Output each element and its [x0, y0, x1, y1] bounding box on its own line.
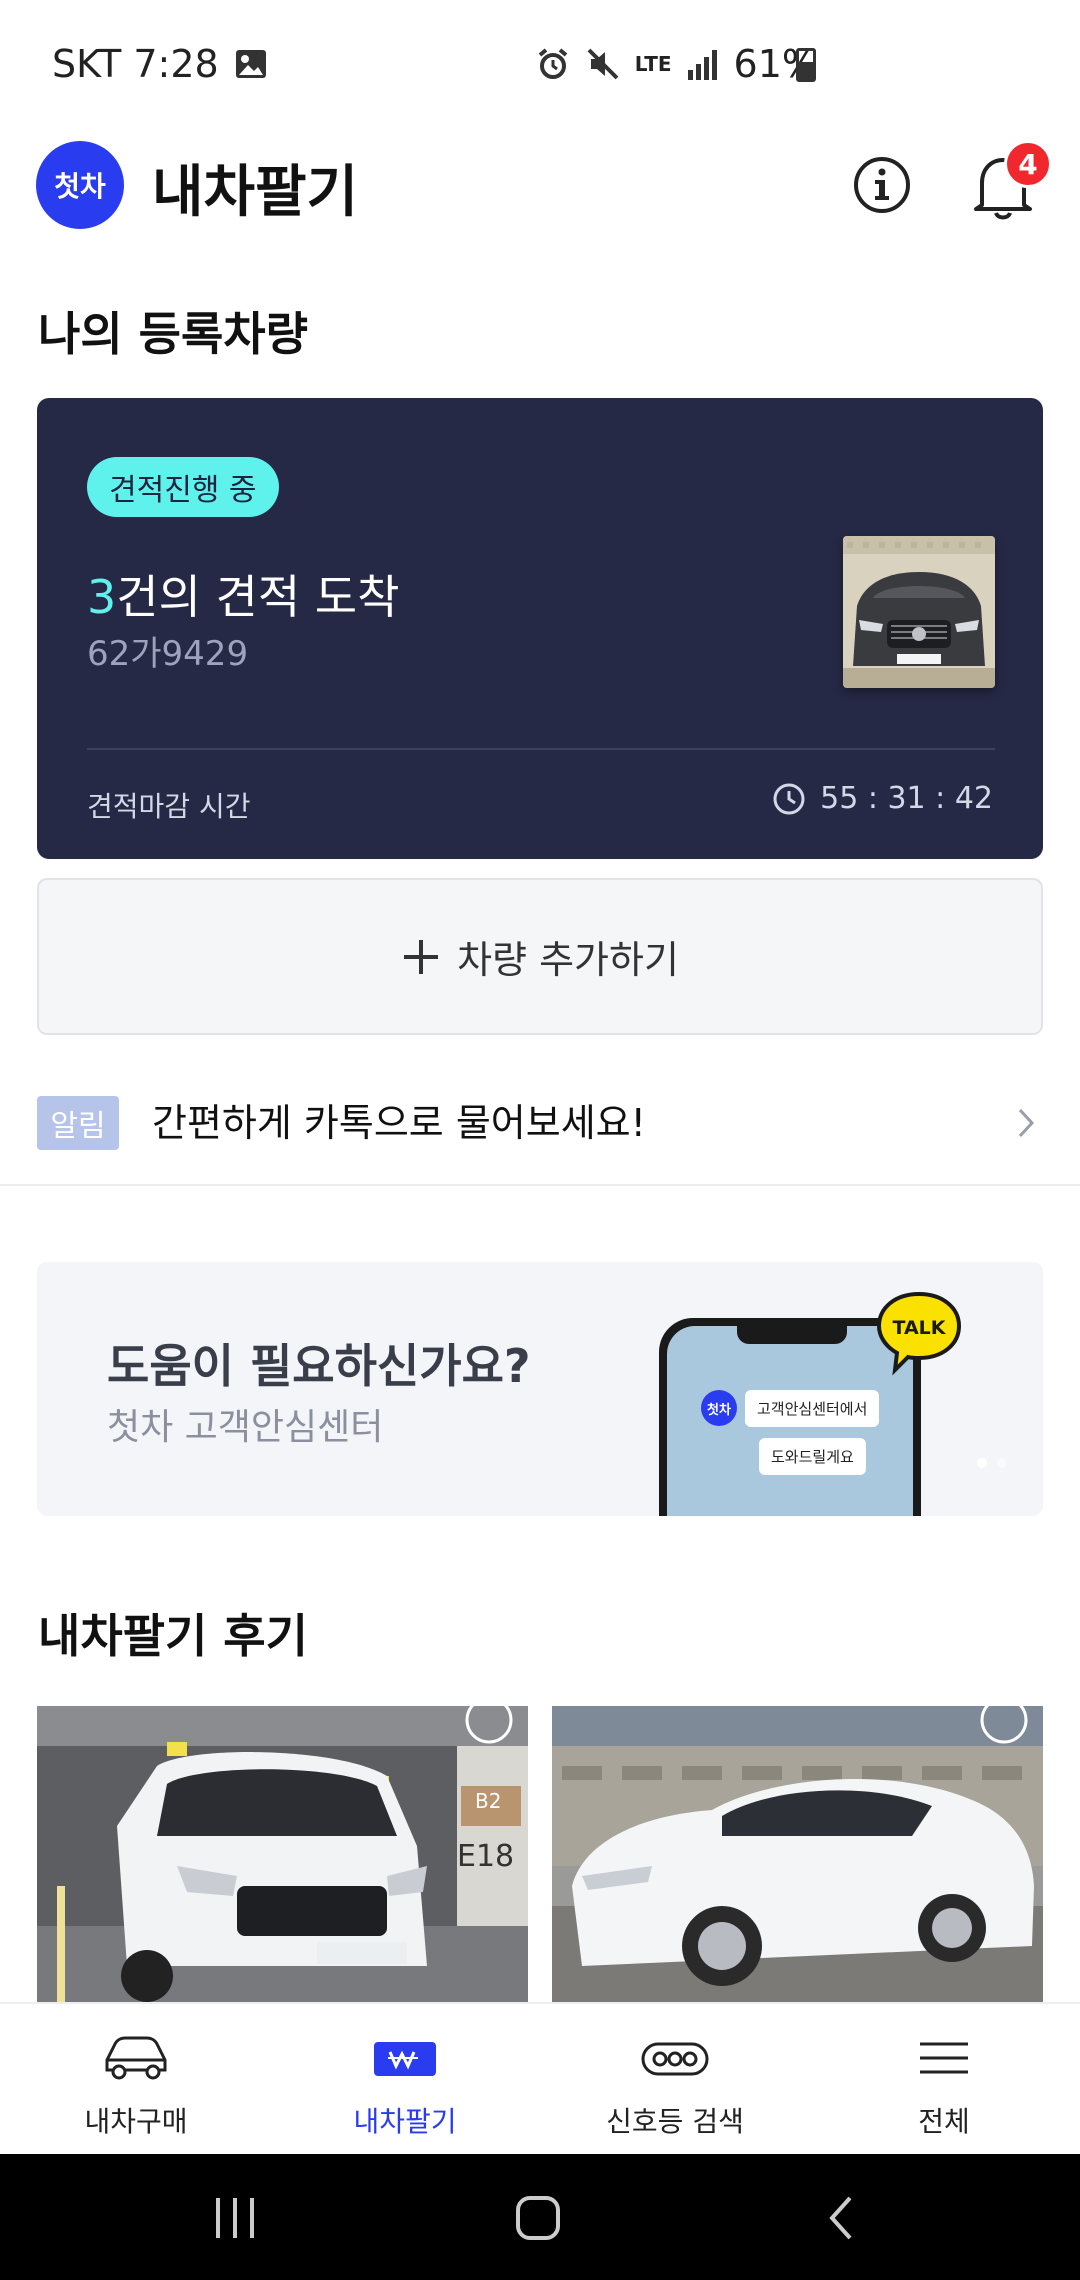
quote-summary: 3건의 견적 도착	[87, 561, 399, 627]
banner-title: 도움이 필요하신가요?	[107, 1339, 531, 1393]
timer-value: 55 : 31 : 42	[820, 781, 993, 816]
quote-text: 건의 견적 도착	[116, 570, 400, 624]
add-car-label: 차량 추가하기	[457, 938, 679, 982]
deadline-timer: 55 : 31 : 42	[772, 781, 993, 816]
back-icon[interactable]	[822, 2194, 862, 2242]
svg-text:B2: B2	[475, 1789, 501, 1813]
won-icon	[374, 2042, 436, 2076]
chat-bubble-1: 고객안심센터에서	[745, 1390, 880, 1427]
tab-label-buy: 내차구매	[84, 2105, 188, 2138]
alarm-icon	[538, 48, 568, 79]
mute-icon	[587, 48, 619, 80]
kakao-talk-icon: TALK	[876, 1291, 962, 1376]
signal-icon	[687, 50, 717, 80]
quote-count: 3	[87, 570, 117, 624]
notice-message: 간편하게 카톡으로 물어보세요!	[152, 1101, 646, 1145]
status-badge: 견적진행 중	[87, 457, 279, 517]
battery-icon	[796, 48, 816, 82]
home-icon[interactable]	[514, 2194, 562, 2242]
tab-all-menu[interactable]: 전체	[844, 2034, 1044, 2140]
tab-label-sell: 내차팔기	[353, 2105, 457, 2138]
deadline-label: 견적마감 시간	[87, 790, 251, 823]
status-bar: SKT 7:28 LTE 61%	[0, 0, 1080, 135]
tab-label-traffic: 신호등 검색	[606, 2105, 744, 2138]
tab-label-all: 전체	[918, 2105, 970, 2138]
banner-pager	[977, 1458, 1007, 1468]
system-nav-bar	[0, 2154, 1080, 2280]
plus-icon	[404, 939, 439, 974]
review-card-2[interactable]	[552, 1706, 1043, 2002]
bottom-tab-bar: 내차구매 내차팔기 신호등 검색 전체	[0, 2002, 1080, 2154]
gallery-icon	[235, 50, 266, 78]
tab-sell-car[interactable]: 내차팔기	[305, 2034, 505, 2140]
help-banner[interactable]: 도움이 필요하신가요? 첫차 고객안심센터 첫차 고객안심센터에서 도와드릴게요…	[37, 1262, 1043, 1516]
page-title: 내차팔기	[152, 160, 359, 225]
notice-row[interactable]: 알림 간편하게 카톡으로 물어보세요!	[0, 1082, 1080, 1186]
tab-buy-car[interactable]: 내차구매	[36, 2034, 236, 2140]
banner-subtitle: 첫차 고객안심센터	[107, 1407, 384, 1448]
chat-bubble-2: 도와드릴게요	[759, 1438, 866, 1475]
notification-badge: 4	[1004, 140, 1052, 188]
traffic-light-icon	[641, 2042, 709, 2076]
network-type: LTE	[634, 52, 672, 76]
tab-traffic-light-search[interactable]: 신호등 검색	[575, 2034, 775, 2140]
card-divider	[87, 748, 995, 750]
car-thumbnail	[843, 536, 995, 688]
reviews-title: 내차팔기 후기	[38, 1609, 308, 1663]
license-plate: 62가9429	[87, 634, 249, 674]
menu-icon	[920, 2042, 968, 2074]
app-logo[interactable]: 첫차	[36, 141, 124, 229]
registered-car-card[interactable]: 견적진행 중 3건의 견적 도착 62가9429 견적마감 시간 55 : 31…	[37, 398, 1043, 859]
chat-avatar: 첫차	[701, 1390, 737, 1426]
talk-label: TALK	[892, 1317, 946, 1339]
app-header: 첫차 내차팔기	[0, 135, 1080, 275]
carrier-time: SKT 7:28	[52, 42, 219, 86]
review-card-1[interactable]: B2 E18	[37, 1706, 528, 2002]
car-icon	[105, 2036, 167, 2080]
svg-text:E18: E18	[457, 1839, 514, 1874]
recent-apps-icon[interactable]	[212, 2196, 258, 2240]
chevron-right-icon	[1018, 1108, 1035, 1138]
notice-tag: 알림	[37, 1096, 119, 1150]
info-icon[interactable]	[852, 155, 912, 215]
my-cars-title: 나의 등록차량	[38, 307, 308, 361]
add-car-button[interactable]: 차량 추가하기	[37, 878, 1043, 1035]
clock-icon	[773, 783, 805, 814]
